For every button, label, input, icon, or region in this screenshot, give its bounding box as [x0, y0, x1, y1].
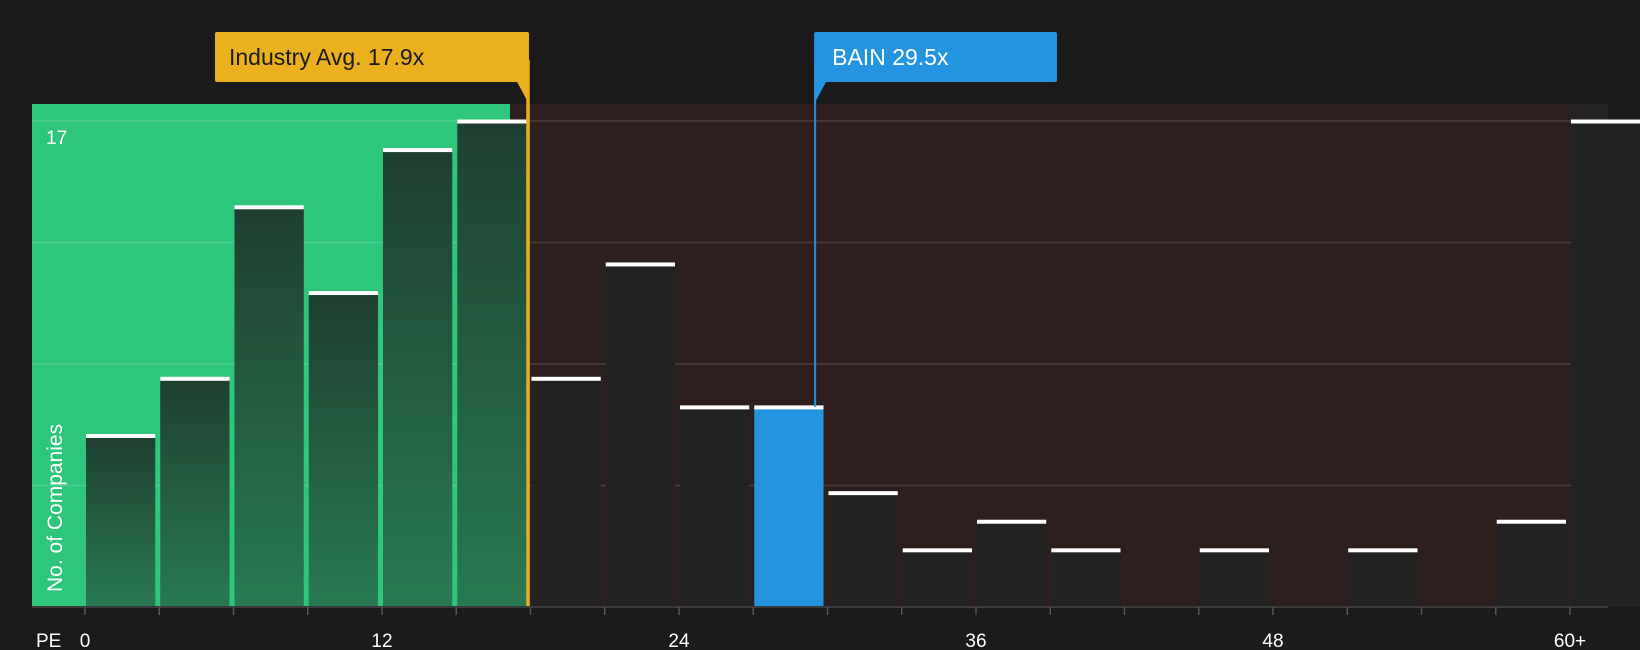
x-tick-label: 60+ — [1554, 631, 1586, 650]
histogram-bar-2 — [160, 378, 230, 607]
histogram-bar-cap-7 — [531, 376, 601, 381]
company-pe-label: BAIN 29.5x — [832, 44, 949, 70]
pe-distribution-chart: Industry Avg. 17.9x BAIN 29.5x 0 12 24 36 48 6… — [32, 32, 1640, 650]
histogram-bar-cap-1 — [86, 433, 156, 438]
industry-avg-label: Industry Avg. 17.9x — [229, 44, 425, 70]
histogram-bar-cap-20 — [1496, 519, 1566, 524]
histogram-bar-cap-18 — [1348, 548, 1418, 553]
histogram-bar-5 — [383, 149, 453, 607]
histogram-bar-cap-16 — [1199, 548, 1269, 553]
histogram-bar-20 — [1496, 521, 1566, 607]
histogram-bar-cap-6 — [457, 119, 527, 124]
histogram-bar-3 — [234, 206, 304, 607]
histogram-bar-1 — [86, 435, 156, 607]
x-axis-label: PE — [36, 631, 61, 650]
histogram-bar-12 — [902, 549, 972, 607]
x-tick-label: 12 — [371, 631, 392, 650]
histogram-bar-21 — [1571, 121, 1640, 607]
histogram-bar-cap-2 — [160, 376, 230, 381]
y-axis-label: No. of Companies — [44, 424, 67, 592]
histogram-bar-cap-3 — [234, 205, 304, 210]
histogram-bar-13 — [977, 521, 1047, 607]
histogram-bar-16 — [1199, 549, 1269, 607]
x-tick-label: 48 — [1262, 631, 1283, 650]
x-tick-label: 24 — [668, 631, 690, 650]
histogram-bar-8 — [605, 263, 675, 607]
histogram-bar-10 — [754, 406, 824, 607]
x-tick-label: 0 — [80, 631, 91, 650]
histogram-bar-6 — [457, 121, 527, 607]
y-max-label: 17 — [46, 128, 67, 149]
histogram-bar-cap-4 — [308, 291, 378, 296]
histogram-bar-cap-5 — [383, 148, 453, 153]
histogram-bar-cap-11 — [828, 491, 898, 496]
histogram-bar-11 — [828, 492, 898, 607]
histogram-bar-cap-8 — [605, 262, 675, 267]
histogram-bar-4 — [308, 292, 378, 607]
histogram-bar-cap-10 — [754, 405, 824, 410]
histogram-bar-cap-12 — [902, 548, 972, 553]
histogram-bar-cap-14 — [1051, 548, 1121, 553]
histogram-bar-cap-21 — [1571, 119, 1640, 124]
histogram-bar-cap-13 — [977, 519, 1047, 524]
histogram-bar-18 — [1348, 549, 1418, 607]
histogram-bar-9 — [680, 406, 750, 607]
histogram-bar-cap-9 — [680, 405, 750, 410]
histogram-bar-7 — [531, 378, 601, 607]
histogram-bar-14 — [1051, 549, 1121, 607]
x-tick-label: 36 — [965, 631, 986, 650]
